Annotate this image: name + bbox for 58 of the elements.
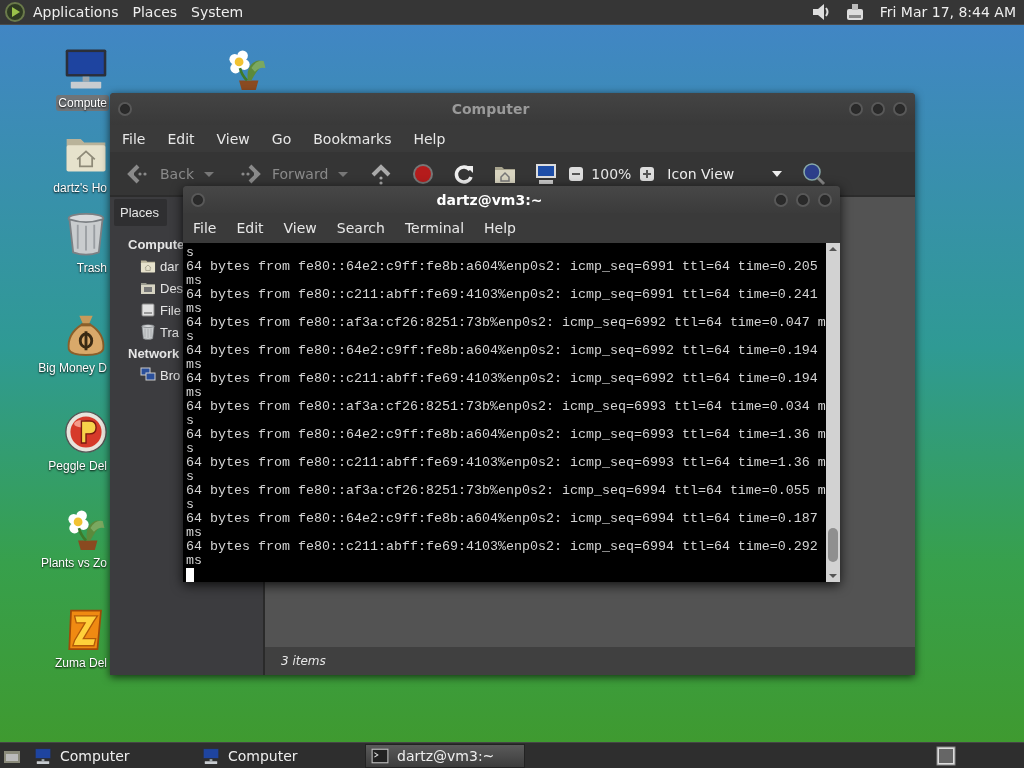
icon-label[interactable]: dartz's Ho — [51, 180, 109, 196]
menu-item[interactable]: Help — [413, 130, 446, 147]
terminal-line: s — [186, 414, 195, 428]
terminal-line: ms — [186, 302, 203, 316]
taskbar-button[interactable]: Computer — [29, 743, 189, 768]
sidebar-heading: Compute — [128, 237, 185, 252]
terminal-line: s — [186, 442, 195, 456]
terminal-line: ms — [186, 526, 203, 540]
sidebar-heading: Network — [128, 346, 180, 361]
terminal-line: 64 bytes from fe80::64e2:c9ff:fe8b:a604%enp0s2: icmp_seq=6992 ttl=64 time=0.194 — [186, 344, 819, 358]
clock[interactable]: Fri Mar 17, 8:44 AM — [879, 4, 1016, 20]
terminal-line: 64 bytes from fe80::af3a:cf26:8251:73b%enp0s2: icmp_seq=6992 ttl=64 time=0.047 m — [186, 316, 826, 330]
menu-item[interactable]: File — [122, 130, 146, 147]
menu-item[interactable]: Bookmarks — [313, 130, 392, 147]
panel-menu[interactable]: Applications — [26, 4, 126, 20]
terminal-line: s — [186, 470, 195, 484]
terminal-line: 64 bytes from fe80::64e2:c9ff:fe8b:a604%enp0s2: icmp_seq=6994 ttl=64 time=0.187 — [186, 512, 819, 526]
panel-menu[interactable]: System — [184, 4, 251, 20]
sidebar-item[interactable]: File — [160, 302, 181, 318]
places-dropdown[interactable]: Places — [114, 199, 168, 226]
menu-item[interactable]: Help — [484, 220, 516, 236]
terminal-line: s — [186, 330, 195, 344]
terminal-line: s — [186, 246, 195, 260]
taskbar-button[interactable]: Computer — [197, 743, 357, 768]
terminal-line: 64 bytes from fe80::c211:abff:fe69:4103%enp0s2: icmp_seq=6994 ttl=64 time=0.292 — [186, 540, 819, 554]
sidebar-item[interactable]: Bro — [160, 367, 181, 383]
panel-menu[interactable]: Places — [125, 4, 185, 20]
menu-item[interactable]: View — [216, 130, 250, 147]
terminal-line: 64 bytes from fe80::c211:abff:fe69:4103%enp0s2: icmp_seq=6991 ttl=64 time=0.241 — [186, 288, 819, 302]
icon-label[interactable]: Trash — [74, 260, 109, 276]
window-title: dartz@vm3:~ — [435, 191, 544, 208]
menu-item[interactable]: Edit — [236, 220, 264, 236]
taskbar-button[interactable]: dartz@vm3:~ — [365, 743, 525, 768]
icon-label[interactable]: Compute — [56, 95, 109, 111]
menu-item[interactable]: View — [283, 220, 317, 236]
menu-item[interactable]: Search — [336, 220, 385, 236]
view-dropdown[interactable]: Icon View — [663, 165, 789, 182]
terminal-line: 64 bytes from fe80::64e2:c9ff:fe8b:a604%enp0s2: icmp_seq=6993 ttl=64 time=1.36 m — [186, 428, 826, 442]
menu-item[interactable]: Go — [271, 130, 292, 147]
menu-item[interactable]: File — [193, 220, 217, 236]
menu-item[interactable]: Edit — [167, 130, 195, 147]
window-title: Computer — [450, 101, 531, 117]
zoom-level: 100% — [591, 165, 632, 182]
terminal-line: ms — [186, 386, 203, 400]
terminal-line: ms — [186, 554, 203, 568]
terminal-line: 64 bytes from fe80::64e2:c9ff:fe8b:a604%enp0s2: icmp_seq=6991 ttl=64 time=0.205 — [186, 260, 819, 274]
terminal-line: 64 bytes from fe80::af3a:cf26:8251:73b%enp0s2: icmp_seq=6994 ttl=64 time=0.055 m — [186, 484, 826, 498]
sidebar-item[interactable]: Tra — [160, 324, 180, 340]
terminal-line: ms — [186, 358, 203, 372]
terminal-line: 64 bytes from fe80::c211:abff:fe69:4103%enp0s2: icmp_seq=6992 ttl=64 time=0.194 — [186, 372, 819, 386]
status-bar: 3 items — [265, 647, 915, 675]
menu-item[interactable]: Terminal — [404, 220, 465, 236]
sidebar-item[interactable]: Des — [160, 280, 184, 296]
terminal-line: s — [186, 498, 195, 512]
terminal-line: ms — [186, 274, 203, 288]
terminal-line: 64 bytes from fe80::af3a:cf26:8251:73b%enp0s2: icmp_seq=6993 ttl=64 time=0.034 m — [186, 400, 826, 414]
sidebar-item[interactable]: dar — [160, 258, 179, 274]
terminal-line: 64 bytes from fe80::c211:abff:fe69:4103%enp0s2: icmp_seq=6993 ttl=64 time=1.36 m — [186, 456, 826, 470]
